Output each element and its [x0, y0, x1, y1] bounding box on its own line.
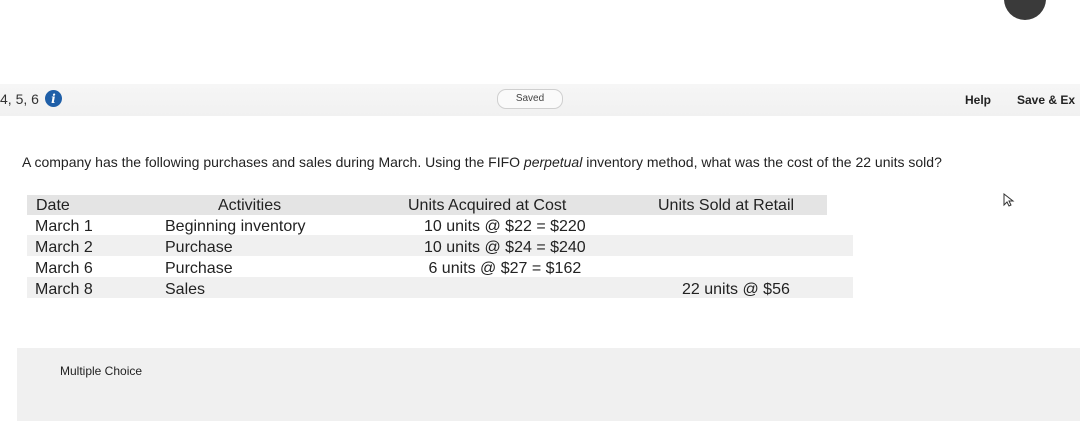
table-header-units-sold: Units Sold at Retail [658, 197, 795, 214]
table-cell-date: March 6 [35, 260, 93, 277]
table-header-units-acquired: Units Acquired at Cost [408, 197, 567, 214]
table-header-date: Date [36, 197, 70, 214]
user-avatar[interactable] [1004, 0, 1046, 20]
table-cell-date: March 2 [35, 239, 93, 256]
breadcrumb: 4, 5, 6 i [0, 90, 62, 107]
saved-status-badge: Saved [497, 89, 563, 109]
breadcrumb-label: 4, 5, 6 [0, 90, 39, 107]
question-suffix: inventory method, what was the cost of t… [582, 154, 942, 170]
help-button[interactable]: Help [965, 93, 991, 107]
table-cell-activity: Sales [165, 281, 206, 298]
table-cell-date: March 8 [35, 281, 93, 298]
table-cell-date: March 1 [35, 218, 93, 235]
table-cell-acquired: 10 units @ $24 = $240 [424, 239, 586, 256]
table-header-activities: Activities [218, 197, 282, 214]
table-cell-sold: 22 units @ $56 [682, 281, 790, 298]
question-emphasis: perpetual [523, 154, 583, 170]
table-cell-acquired: 10 units @ $22 = $220 [424, 218, 586, 235]
cursor-icon [1003, 192, 1015, 210]
answer-area [17, 348, 1080, 421]
multiple-choice-label: Multiple Choice [60, 364, 143, 378]
info-icon[interactable]: i [44, 90, 62, 107]
save-exit-button[interactable]: Save & Ex [1017, 93, 1075, 107]
table-cell-acquired: 6 units @ $27 = $162 [424, 260, 582, 277]
question-text: A company has the following purchases an… [22, 154, 942, 170]
table-cell-activity: Purchase [165, 260, 233, 277]
table-cell-activity: Purchase [165, 239, 233, 256]
question-prefix: A company has the following purchases an… [22, 154, 524, 170]
table-cell-activity: Beginning inventory [165, 218, 306, 235]
